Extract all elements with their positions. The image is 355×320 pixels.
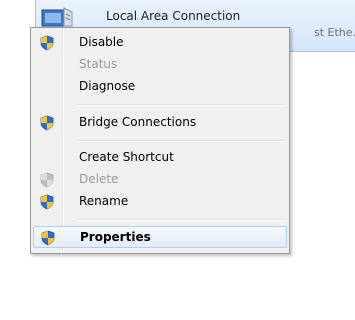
menu-item-label: Disable (79, 35, 124, 49)
menu-item-label: Status (79, 57, 118, 71)
menu-item-delete: Delete (33, 169, 287, 191)
menu-item-rename[interactable]: Rename (33, 191, 287, 213)
menu-separator (77, 219, 285, 221)
menu-separator (77, 140, 285, 142)
shield-icon (41, 230, 55, 246)
menu-separator (77, 104, 285, 106)
shield-icon (40, 115, 54, 131)
menu-item-label: Delete (79, 172, 119, 186)
menu-item-label: Bridge Connections (79, 115, 197, 129)
shield-icon (40, 194, 54, 210)
menu-item-label: Properties (80, 230, 151, 244)
menu-item-disable[interactable]: Disable (33, 32, 287, 54)
shield-icon-disabled (40, 172, 54, 188)
menu-item-create-shortcut[interactable]: Create Shortcut (33, 147, 287, 169)
network-connections-window: Local Area Connection st Ethe... Disable… (0, 0, 355, 320)
menu-item-properties[interactable]: Properties (33, 226, 287, 248)
shield-icon (40, 35, 54, 51)
menu-item-label: Create Shortcut (79, 150, 174, 164)
menu-item-label: Rename (79, 194, 129, 208)
adapter-device-name: st Ethe... (314, 26, 355, 39)
context-menu: Disable Status Diagnose Bridge Connectio… (30, 27, 290, 254)
menu-item-diagnose[interactable]: Diagnose (33, 76, 287, 98)
adapter-title: Local Area Connection (106, 9, 241, 23)
menu-item-label: Diagnose (79, 79, 136, 93)
menu-item-bridge-connections[interactable]: Bridge Connections (33, 112, 287, 134)
menu-item-status: Status (33, 54, 287, 76)
